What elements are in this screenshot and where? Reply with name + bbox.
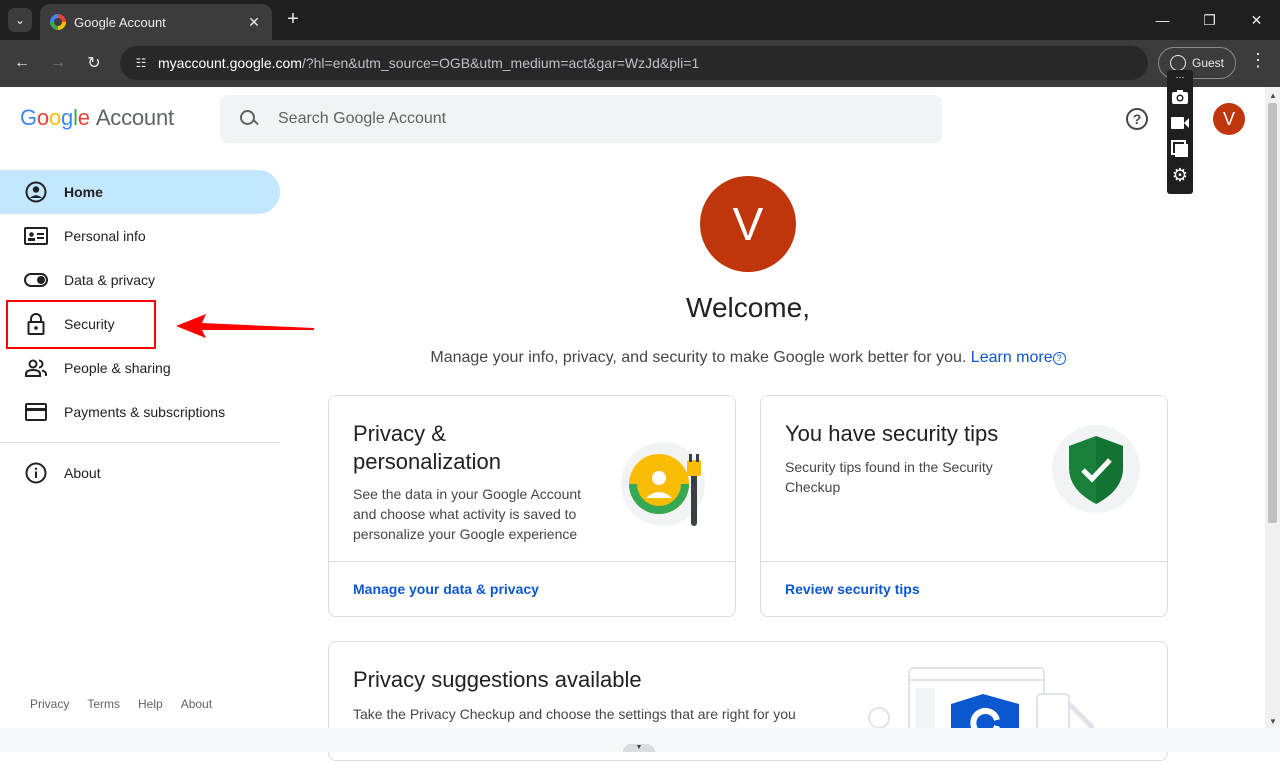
sidebar-item-label: Home	[64, 184, 103, 200]
card-title: Privacy suggestions available	[353, 667, 642, 692]
window-controls: — ❐ ✕	[1139, 0, 1280, 40]
account-avatar[interactable]: V	[1213, 103, 1245, 135]
sidebar-item-label: Payments & subscriptions	[64, 404, 226, 420]
browser-menu-icon[interactable]: ⋮	[1247, 50, 1269, 76]
help-circle-icon[interactable]: ?	[1052, 352, 1066, 365]
card-desc-line: personalize your Google experience	[353, 526, 578, 542]
privacy-personalization-card[interactable]: Privacy & personalization See the data i…	[328, 395, 736, 617]
privacy-illustration-icon	[621, 442, 705, 526]
google-account-logo[interactable]: Google Account	[20, 105, 174, 131]
footer-link-about[interactable]: About	[181, 697, 212, 711]
sidebar-item-payments[interactable]: Payments & subscriptions	[0, 390, 280, 434]
sidebar-divider	[0, 442, 280, 443]
welcome-heading: Welcome,	[686, 292, 810, 323]
subtitle-text: Manage your info, privacy, and security …	[430, 349, 967, 366]
close-window-icon[interactable]: ✕	[1233, 0, 1280, 40]
windows-icon[interactable]	[1169, 136, 1191, 162]
url-host: myaccount.google.com	[158, 55, 302, 71]
card-title-line: personalization	[353, 449, 501, 474]
sidebar-item-home[interactable]: Home	[0, 170, 280, 214]
card-description: Take the Privacy Checkup and choose the …	[353, 706, 796, 722]
shield-check-icon	[1052, 425, 1140, 513]
search-icon[interactable]	[238, 108, 260, 130]
credit-card-icon	[24, 400, 48, 424]
minimize-icon[interactable]: —	[1139, 0, 1186, 40]
page-scrollbar[interactable]: ▲ ▼	[1265, 87, 1280, 728]
browser-chrome: ⌄ Google Account ✕ + — ❐ ✕ ← → ↻ ☷ myacc…	[0, 0, 1280, 87]
sidebar-item-label: About	[64, 465, 101, 481]
logo-google-word: Google	[20, 105, 90, 130]
address-bar[interactable]: ☷ myaccount.google.com/?hl=en&utm_source…	[120, 46, 1148, 80]
site-info-icon[interactable]: ☷	[130, 52, 152, 74]
new-tab-button[interactable]: +	[282, 8, 304, 32]
card-desc-line: See the data in your Google Account	[353, 486, 582, 502]
settings-gear-icon[interactable]: ⚙	[1169, 162, 1191, 188]
card-divider	[761, 561, 1167, 562]
review-security-tips-link[interactable]: Review security tips	[785, 581, 920, 597]
id-card-icon	[24, 224, 48, 248]
scroll-up-icon[interactable]: ▲	[1269, 91, 1277, 100]
forward-arrow-icon[interactable]: →	[45, 50, 71, 76]
card-title-line: Privacy &	[353, 421, 446, 446]
tab-search-button[interactable]: ⌄	[8, 8, 32, 32]
sidebar-item-label: People & sharing	[64, 360, 171, 376]
tab-strip: ⌄ Google Account ✕ + — ❐ ✕	[0, 0, 1280, 40]
expand-handle-icon[interactable]: ▼	[623, 744, 655, 752]
card-title: Privacy & personalization	[353, 420, 501, 476]
restore-icon[interactable]: ❐	[1186, 0, 1233, 40]
annotation-arrow-icon	[176, 314, 314, 338]
people-icon	[24, 356, 48, 380]
profile-label: Guest	[1191, 56, 1224, 70]
help-icon[interactable]: ?	[1126, 108, 1148, 130]
security-tips-card[interactable]: You have security tips Security tips fou…	[760, 395, 1168, 617]
manage-data-privacy-link[interactable]: Manage your data & privacy	[353, 581, 539, 597]
info-icon	[24, 461, 48, 485]
reload-icon[interactable]: ↻	[81, 50, 107, 76]
browser-toolbar: ← → ↻ ☷ myaccount.google.com/?hl=en&utm_…	[0, 40, 1280, 87]
card-divider	[329, 561, 735, 562]
card-desc-line: Checkup	[785, 479, 841, 495]
sidebar-item-personal-info[interactable]: Personal info	[0, 214, 280, 258]
capture-toolbar: ⋯ ⚙	[1167, 70, 1193, 194]
logo-account-word: Account	[95, 105, 174, 130]
scroll-down-icon[interactable]: ▼	[1269, 717, 1277, 726]
sidebar-item-label: Personal info	[64, 228, 146, 244]
tab-google-account[interactable]: Google Account ✕	[40, 4, 272, 40]
person-icon	[1169, 55, 1186, 71]
annotation-highlight-box	[6, 300, 156, 349]
card-description: Security tips found in the Security Chec…	[785, 457, 993, 497]
account-circle-icon	[24, 180, 48, 204]
tab-title: Google Account	[74, 14, 166, 30]
camera-icon[interactable]	[1169, 84, 1191, 110]
search-bar[interactable]	[220, 95, 942, 143]
footer-link-help[interactable]: Help	[138, 697, 163, 711]
capture-handle-icon[interactable]: ⋯	[1176, 72, 1185, 84]
footer-link-privacy[interactable]: Privacy	[30, 697, 69, 711]
video-camera-icon[interactable]	[1169, 110, 1191, 136]
sidebar-item-label: Data & privacy	[64, 272, 156, 288]
tab-close-icon[interactable]: ✕	[246, 14, 262, 31]
card-description: See the data in your Google Account and …	[353, 484, 581, 544]
toggle-icon	[24, 268, 48, 292]
sidebar-item-about[interactable]: About	[0, 451, 280, 495]
learn-more-link[interactable]: Learn more	[971, 349, 1053, 366]
welcome-subtitle: Manage your info, privacy, and security …	[328, 349, 1168, 367]
bottom-bar: ▼	[0, 728, 1280, 752]
sidebar-item-people-sharing[interactable]: People & sharing	[0, 346, 280, 390]
google-favicon-icon	[50, 14, 66, 30]
search-input[interactable]	[278, 110, 878, 128]
card-desc-line: and choose what activity is saved to	[353, 506, 577, 522]
profile-avatar-large[interactable]: V	[700, 176, 796, 272]
footer-link-terms[interactable]: Terms	[87, 697, 120, 711]
scrollbar-thumb[interactable]	[1268, 103, 1277, 523]
card-title: You have security tips	[785, 421, 999, 446]
card-desc-line: Security tips found in the Security	[785, 459, 993, 475]
url-text: myaccount.google.com/?hl=en&utm_source=O…	[158, 55, 699, 71]
url-path: /?hl=en&utm_source=OGB&utm_medium=act&ga…	[301, 55, 700, 71]
privacy-checkup-illustration-icon	[868, 667, 1095, 736]
back-arrow-icon[interactable]: ←	[9, 50, 35, 76]
sidebar-item-data-privacy[interactable]: Data & privacy	[0, 258, 280, 302]
footer-links: Privacy Terms Help About	[30, 697, 230, 711]
